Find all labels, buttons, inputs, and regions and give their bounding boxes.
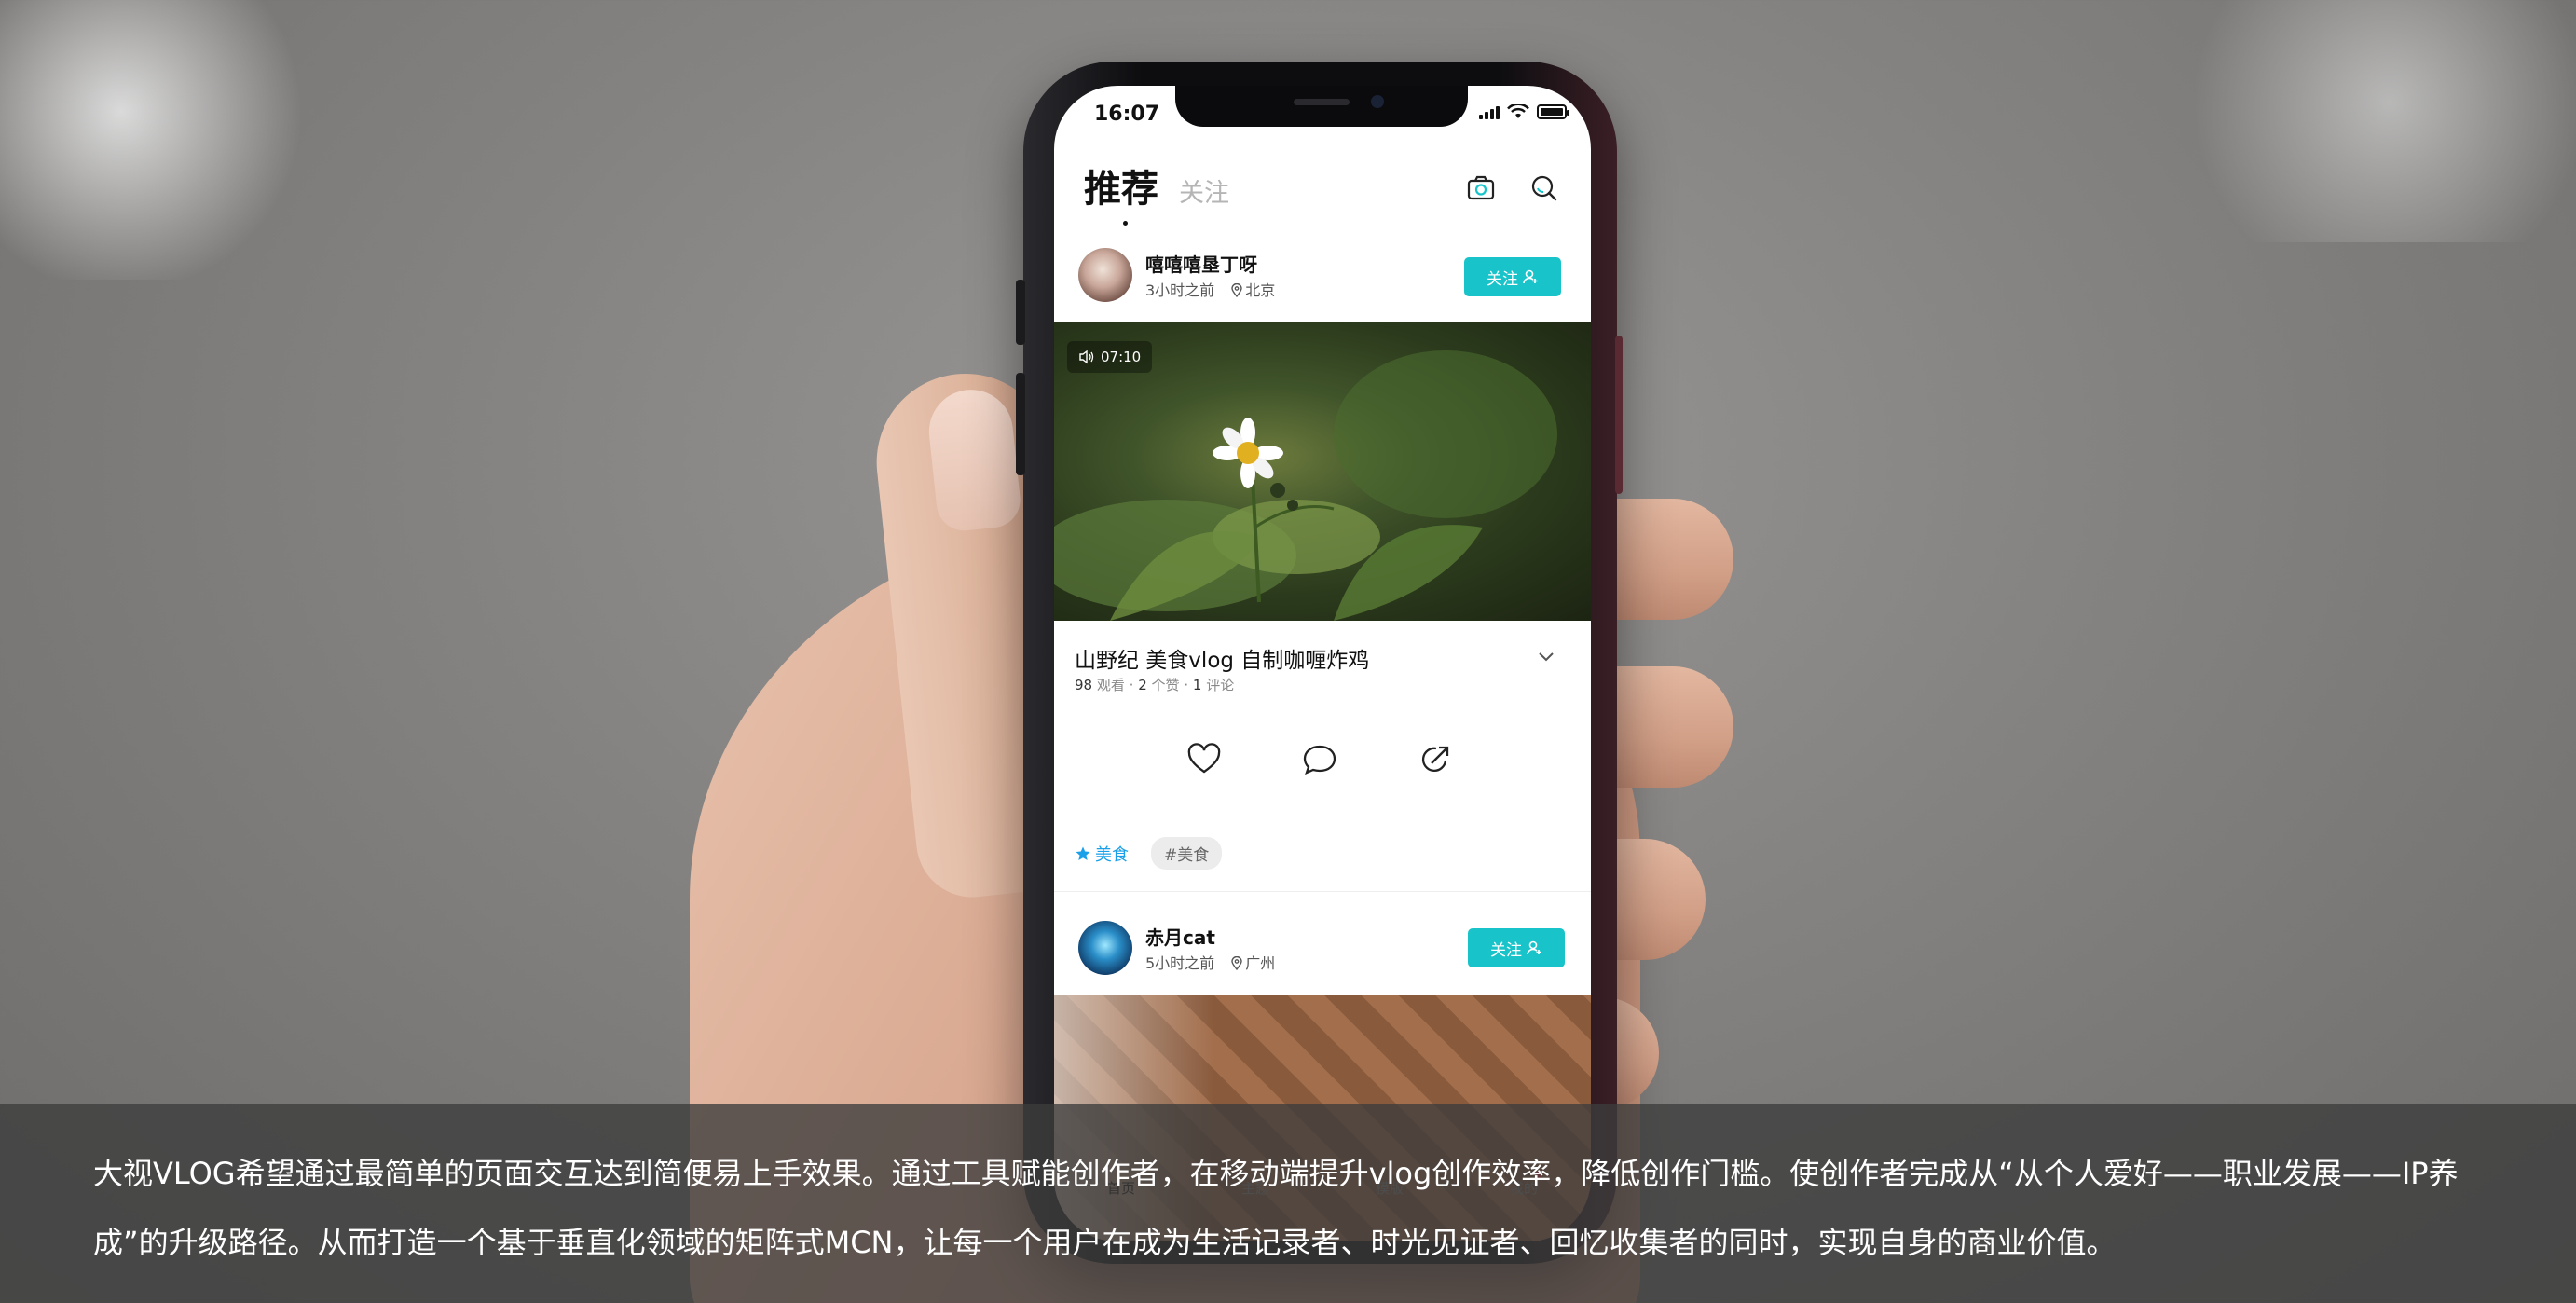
status-time: 16:07 (1094, 103, 1160, 126)
comments-count: 1 (1192, 677, 1202, 693)
divider (1054, 891, 1591, 892)
post-time: 3小时之前 (1145, 281, 1215, 299)
add-user-icon (1527, 940, 1541, 955)
front-camera (1371, 95, 1384, 108)
background-highlight (2147, 0, 2576, 242)
avatar[interactable] (1078, 921, 1132, 975)
avatar[interactable] (1078, 248, 1132, 302)
topic-tag[interactable]: 美食 (1075, 842, 1129, 866)
location-pin-icon (1231, 956, 1242, 970)
author-meta: 3小时之前 北京 (1145, 278, 1275, 300)
author-name[interactable]: 赤月cat (1145, 923, 1215, 950)
add-user-icon (1523, 269, 1538, 284)
follow-label: 关注 (1487, 269, 1518, 289)
comments-label: 评论 (1206, 677, 1235, 693)
phone-screen: 16:07 推荐 关注 嘻嘻嘻垦丁呀 3小时之前 北京 关注 07:10 山野纪… (1054, 86, 1591, 1241)
speaker (1294, 99, 1350, 105)
post-location: 广州 (1231, 951, 1275, 973)
duration-badge: 07:10 (1067, 341, 1153, 373)
likes-count: 2 (1138, 677, 1147, 693)
likes-label: 个赞 (1151, 677, 1180, 693)
post-time: 5小时之前 (1145, 954, 1215, 972)
post-stats: 98 观看 · 2 个赞 · 1 评论 (1075, 677, 1235, 693)
notch (1175, 86, 1468, 127)
video-thumbnail[interactable]: 07:10 (1054, 322, 1591, 621)
tab-following[interactable]: 关注 (1179, 172, 1229, 209)
chevron-down-icon[interactable] (1535, 645, 1557, 667)
header-tabs: 推荐 关注 (1084, 158, 1229, 226)
like-heart-icon[interactable] (1183, 738, 1226, 781)
post-tags: 美食 #美食 (1075, 837, 1223, 870)
phone-mute-switch (1016, 280, 1025, 345)
follow-button[interactable]: 关注 (1468, 928, 1565, 967)
star-icon (1076, 846, 1090, 860)
duration-text: 07:10 (1101, 349, 1142, 365)
location-pin-icon (1231, 283, 1242, 297)
views-count: 98 (1075, 677, 1093, 693)
wifi-icon (1507, 104, 1529, 118)
author-meta: 5小时之前 广州 (1145, 951, 1275, 973)
author-name[interactable]: 嘻嘻嘻垦丁呀 (1145, 250, 1257, 277)
follow-button[interactable]: 关注 (1464, 257, 1561, 296)
tab-recommend[interactable]: 推荐 (1084, 158, 1158, 226)
battery-icon (1537, 104, 1569, 119)
caption-text: 大视VLOG希望通过最简单的页面交互达到简便易上手效果。通过工具赋能创作者，在移… (93, 1156, 2459, 1260)
search-icon[interactable] (1528, 171, 1561, 205)
camera-icon[interactable] (1464, 171, 1498, 205)
hashtag-chip[interactable]: #美食 (1151, 837, 1223, 870)
post-actions (1054, 738, 1591, 785)
views-label: 观看 (1096, 677, 1125, 693)
post-author-row: 嘻嘻嘻垦丁呀 3小时之前 北京 关注 (1054, 239, 1591, 313)
signal-icon (1479, 106, 1500, 119)
phone-volume-button (1016, 373, 1025, 475)
post-title[interactable]: 山野纪 美食vlog 自制咖喱炸鸡 (1075, 642, 1369, 674)
location-text: 北京 (1245, 281, 1276, 299)
share-icon[interactable] (1414, 738, 1457, 781)
post-location: 北京 (1231, 278, 1275, 300)
volume-icon[interactable] (1078, 350, 1095, 364)
follow-label: 关注 (1490, 940, 1522, 960)
comment-icon[interactable] (1298, 738, 1341, 781)
post-author-row: 赤月cat 5小时之前 广州 关注 (1054, 912, 1591, 986)
location-text: 广州 (1245, 954, 1276, 972)
background-highlight (0, 0, 317, 280)
topic-label: 美食 (1095, 844, 1129, 865)
phone-power-button (1615, 336, 1623, 494)
status-icons (1479, 104, 1569, 119)
